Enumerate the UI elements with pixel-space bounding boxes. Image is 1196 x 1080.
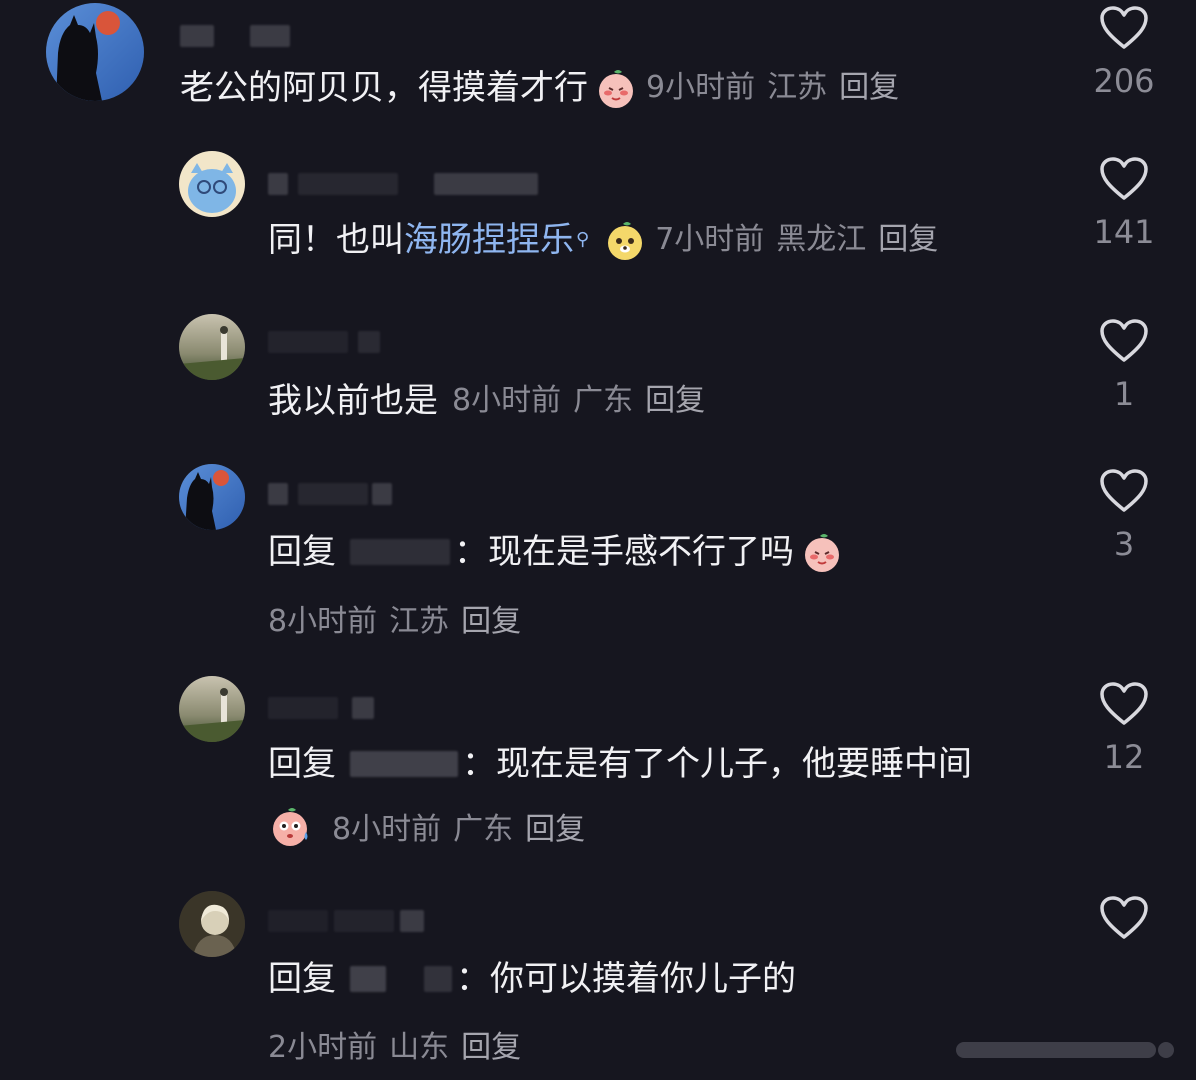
username-blurred[interactable] <box>268 172 538 196</box>
comment-meta: 8小时前 江苏 回复 <box>268 596 521 640</box>
comment-text: ：现在是有了个儿子，他要睡中间 <box>462 744 972 784</box>
comment-text: 同！也叫 <box>268 220 404 260</box>
happy-dog-emoji <box>603 218 647 262</box>
username-blurred[interactable] <box>268 909 424 933</box>
like-button[interactable]: 1 <box>1069 318 1179 414</box>
heart-icon <box>1100 469 1148 512</box>
shy-peach-emoji <box>594 66 638 110</box>
reply-prefix: 回复 <box>268 959 336 999</box>
watermark-logo <box>956 1042 1174 1058</box>
comment-meta: 8小时前 广东 回复 <box>452 379 705 423</box>
comment-text-line: 同！也叫 海肠捏捏乐 ⚲ 7小时前 黑龙江 回复 <box>268 218 938 262</box>
hashtag-link[interactable]: 海肠捏捏乐 <box>404 218 574 262</box>
comment-text-line: 老公的阿贝贝，得摸着才行 9小时前 江苏 回复 <box>180 66 899 110</box>
comment-text: ：你可以摸着你儿子的 <box>456 959 796 999</box>
comment-text-line: 回复 ：现在是有了个儿子，他要睡中间 <box>268 742 972 786</box>
reply-button[interactable]: 回复 <box>461 596 521 640</box>
comment-meta: 9小时前 江苏 回复 <box>646 66 899 110</box>
comment-5: 回复 ：现在是有了个儿子，他要睡中间 8小时前 广东 回复 12 <box>0 664 1196 864</box>
mention-blurred[interactable] <box>350 751 458 777</box>
sweat-face-emoji <box>268 804 312 848</box>
username-blurred[interactable] <box>268 330 380 354</box>
reply-button[interactable]: 回复 <box>461 1022 521 1066</box>
location: 山东 <box>389 1030 450 1065</box>
like-button[interactable]: 3 <box>1069 468 1179 564</box>
mention-blurred[interactable] <box>424 966 452 992</box>
avatar[interactable] <box>179 464 245 530</box>
comment-meta: 7小时前 黑龙江 回复 <box>655 218 938 262</box>
avatar[interactable] <box>46 3 144 101</box>
like-button[interactable]: 206 <box>1069 5 1179 101</box>
username-blurred[interactable] <box>268 696 374 720</box>
comment-text: ：现在是手感不行了吗 <box>454 532 794 572</box>
like-count: 12 <box>1103 738 1145 776</box>
like-count: 3 <box>1113 525 1135 563</box>
comment-text-line: 回复 ：现在是手感不行了吗 <box>268 530 844 574</box>
avatar[interactable] <box>179 314 245 380</box>
comment-text: 老公的阿贝贝，得摸着才行 <box>180 68 588 108</box>
heart-icon <box>1100 896 1148 939</box>
heart-icon <box>1100 682 1148 725</box>
location: 广东 <box>453 812 514 847</box>
heart-icon <box>1100 6 1148 49</box>
avatar[interactable] <box>179 676 245 742</box>
reply-prefix: 回复 <box>268 744 336 784</box>
comment-2: 同！也叫 海肠捏捏乐 ⚲ 7小时前 黑龙江 回复 141 <box>0 140 1196 290</box>
timestamp: 7小时前 <box>655 222 765 257</box>
like-button[interactable]: 141 <box>1069 156 1179 252</box>
comment-1: 老公的阿贝贝，得摸着才行 9小时前 江苏 回复 206 <box>0 0 1196 140</box>
comment-4: 回复 ：现在是手感不行了吗 8小时前 江苏 回复 3 <box>0 452 1196 652</box>
location: 江苏 <box>767 70 828 105</box>
reply-button[interactable]: 回复 <box>645 383 705 418</box>
comment-meta: 8小时前 广东 回复 <box>268 804 585 848</box>
reply-button[interactable]: 回复 <box>878 222 938 257</box>
heart-icon <box>1100 157 1148 200</box>
comment-meta: 2小时前 山东 回复 <box>268 1022 521 1066</box>
comment-text-line: 我以前也是 8小时前 广东 回复 <box>268 379 705 423</box>
timestamp: 8小时前 <box>268 604 378 639</box>
comment-text-line: 回复 ：你可以摸着你儿子的 <box>268 957 796 1001</box>
reply-button[interactable]: 回复 <box>839 70 899 105</box>
like-count: 141 <box>1093 213 1155 251</box>
search-icon: ⚲ <box>576 229 590 250</box>
location: 黑龙江 <box>776 222 867 257</box>
timestamp: 9小时前 <box>646 70 756 105</box>
comment-3: 我以前也是 8小时前 广东 回复 1 <box>0 300 1196 450</box>
location: 广东 <box>573 383 634 418</box>
heart-icon <box>1100 319 1148 362</box>
timestamp: 2小时前 <box>268 1030 378 1065</box>
mention-blurred[interactable] <box>350 539 450 565</box>
avatar[interactable] <box>179 151 245 217</box>
reply-button[interactable]: 回复 <box>525 804 585 848</box>
like-count: 206 <box>1093 62 1155 100</box>
shy-peach-emoji <box>800 530 844 574</box>
avatar[interactable] <box>179 891 245 957</box>
like-count: 1 <box>1113 375 1135 413</box>
like-button[interactable] <box>1069 895 1179 941</box>
like-button[interactable]: 12 <box>1069 681 1179 777</box>
location: 江苏 <box>389 604 450 639</box>
mention-blurred[interactable] <box>350 966 386 992</box>
username-blurred[interactable] <box>180 24 290 48</box>
comment-text: 我以前也是 <box>268 381 438 421</box>
timestamp: 8小时前 <box>452 383 562 418</box>
timestamp: 8小时前 <box>332 812 442 847</box>
reply-prefix: 回复 <box>268 532 336 572</box>
username-blurred[interactable] <box>268 482 392 506</box>
